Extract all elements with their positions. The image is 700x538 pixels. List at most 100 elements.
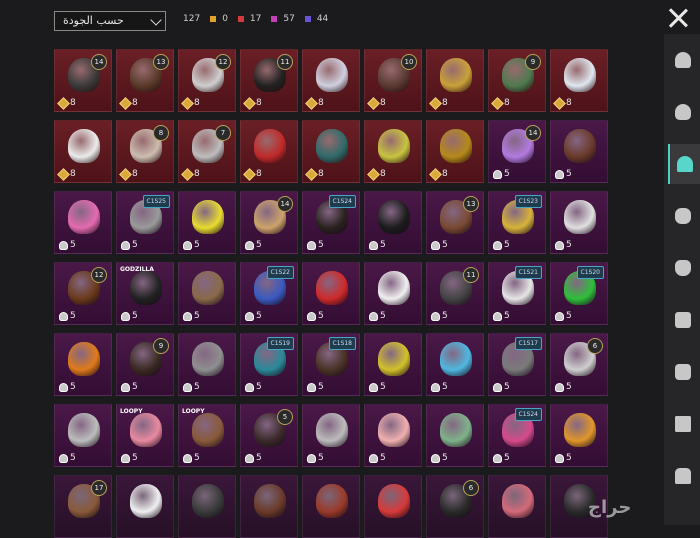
inventory-item[interactable]: 14 5 [488, 120, 546, 183]
inventory-item[interactable]: 5 [364, 333, 422, 396]
inventory-item[interactable]: C1S19 5 [240, 333, 298, 396]
inventory-item[interactable] [302, 475, 360, 538]
inventory-item[interactable]: C1S24 5 [488, 404, 546, 467]
inventory-item[interactable]: 5 [178, 333, 236, 396]
currency-icon [59, 311, 68, 321]
sort-dropdown[interactable]: حسب الجودة [54, 11, 166, 31]
inventory-item[interactable]: 8 [54, 120, 112, 183]
inventory-item[interactable]: 95 [116, 333, 174, 396]
inventory-item[interactable]: 5 [364, 404, 422, 467]
level-badge: 9 [525, 54, 541, 70]
inventory-item[interactable]: C1S17 5 [488, 333, 546, 396]
inventory-item[interactable]: 8 [426, 49, 484, 112]
currency-icon [183, 311, 192, 321]
inventory-item[interactable]: 10 8 [364, 49, 422, 112]
inventory-item[interactable]: 5 [54, 404, 112, 467]
inventory-item[interactable]: 5 [426, 404, 484, 467]
category-tab[interactable] [668, 144, 700, 184]
inventory-item[interactable]: 88 [116, 120, 174, 183]
item-value: 5 [307, 240, 324, 250]
item-value-text: 5 [566, 382, 572, 392]
item-value: 5 [307, 382, 324, 392]
currency-icon [59, 453, 68, 463]
inventory-item[interactable]: 13 8 [116, 49, 174, 112]
inventory-item[interactable]: 8 [364, 120, 422, 183]
legendary-marker [210, 16, 217, 22]
item-image [130, 484, 162, 518]
level-badge: 9 [153, 338, 169, 354]
inventory-item[interactable]: C1S23 5 [488, 191, 546, 254]
inventory-item[interactable] [240, 475, 298, 538]
inventory-item[interactable]: 11 5 [426, 262, 484, 325]
inventory-item[interactable]: 5 [178, 262, 236, 325]
currency-icon [493, 453, 502, 463]
inventory-item[interactable]: 13 5 [426, 191, 484, 254]
inventory-item[interactable]: 98 [488, 49, 546, 112]
item-value: 5 [183, 382, 200, 392]
item-value: 8 [305, 167, 324, 181]
inventory-item[interactable]: 5 [426, 333, 484, 396]
inventory-item[interactable]: 5 [364, 191, 422, 254]
inventory-item[interactable]: 5 [550, 191, 608, 254]
currency-icon [555, 382, 564, 392]
season-tag: C1S20 [576, 266, 604, 279]
inventory-item[interactable]: 8 [550, 49, 608, 112]
currency-icon [493, 240, 502, 250]
inventory-item[interactable] [116, 475, 174, 538]
inventory-item[interactable]: 5 [550, 404, 608, 467]
inventory-item[interactable]: 8 [302, 120, 360, 183]
inventory-item[interactable]: C1S25 5 [116, 191, 174, 254]
item-value: 5 [555, 453, 572, 463]
inventory-item[interactable]: 14 8 [54, 49, 112, 112]
inventory-item[interactable] [364, 475, 422, 538]
inventory-item[interactable]: LOOPY 5 [178, 404, 236, 467]
category-tab[interactable] [668, 404, 698, 444]
inventory-item[interactable]: LOOPY 5 [116, 404, 174, 467]
category-tab[interactable] [668, 92, 698, 132]
inventory-item[interactable]: 12 8 [178, 49, 236, 112]
currency-icon [307, 453, 316, 463]
inventory-item[interactable]: 5 [550, 120, 608, 183]
inventory-item[interactable]: 5 [302, 404, 360, 467]
inventory-item[interactable]: C1S21 5 [488, 262, 546, 325]
inventory-item[interactable]: C1S20 5 [550, 262, 608, 325]
item-value-text: 5 [504, 311, 510, 321]
inventory-item[interactable]: 5 [302, 262, 360, 325]
category-tab[interactable] [668, 196, 698, 236]
item-image [130, 271, 162, 305]
inventory-item[interactable]: 12 5 [54, 262, 112, 325]
inventory-item[interactable]: 8 [426, 120, 484, 183]
category-tab[interactable] [668, 456, 698, 496]
inventory-item[interactable]: C1S24 5 [302, 191, 360, 254]
inventory-item[interactable]: 65 [550, 333, 608, 396]
inventory-item[interactable]: GODZILLA 5 [116, 262, 174, 325]
inventory-item[interactable]: 78 [178, 120, 236, 183]
inventory-item[interactable] [488, 475, 546, 538]
category-tab[interactable] [668, 248, 698, 288]
inventory-item[interactable]: 11 8 [240, 49, 298, 112]
category-tab[interactable] [668, 300, 698, 340]
level-badge: 8 [153, 125, 169, 141]
item-value-text: 5 [194, 453, 200, 463]
inventory-item[interactable]: C1S22 5 [240, 262, 298, 325]
level-badge: 10 [401, 54, 417, 70]
inventory-item[interactable]: 8 [240, 120, 298, 183]
inventory-item[interactable]: 8 [302, 49, 360, 112]
close-icon[interactable] [668, 8, 688, 28]
inventory-item[interactable]: 55 [240, 404, 298, 467]
inventory-item[interactable]: 5 [178, 191, 236, 254]
inventory-item[interactable]: 5 [364, 262, 422, 325]
inventory-item[interactable]: 17 [54, 475, 112, 538]
item-value: 5 [431, 382, 448, 392]
inventory-item[interactable] [178, 475, 236, 538]
inventory-item[interactable]: 14 5 [240, 191, 298, 254]
item-value-text: 8 [132, 169, 138, 179]
category-tab[interactable] [668, 352, 698, 392]
category-tab[interactable] [668, 40, 698, 80]
inventory-item[interactable]: C1S18 5 [302, 333, 360, 396]
inventory-item[interactable]: 6 [426, 475, 484, 538]
inventory-item[interactable]: 5 [54, 333, 112, 396]
inventory-item[interactable]: 5 [54, 191, 112, 254]
currency-icon [555, 169, 564, 179]
item-value-text: 8 [380, 169, 386, 179]
